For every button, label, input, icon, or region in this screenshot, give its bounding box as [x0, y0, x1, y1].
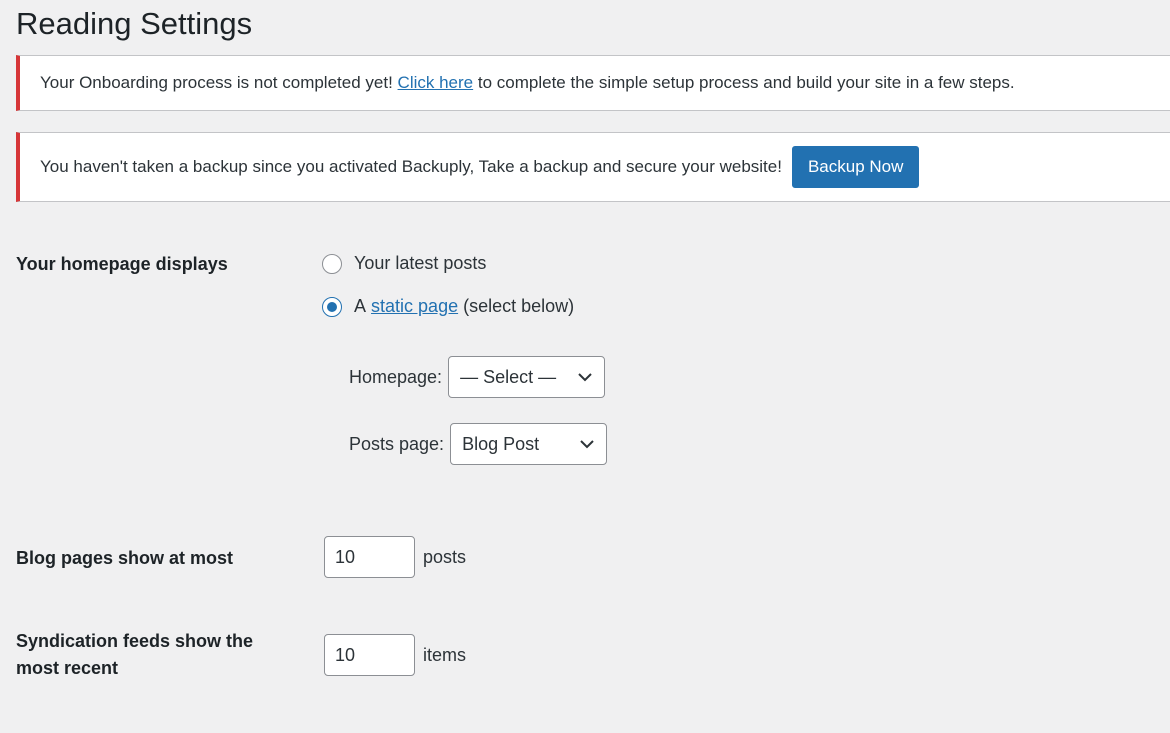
syndication-unit: items: [423, 644, 467, 665]
backup-notice: You haven't taken a backup since you act…: [16, 132, 1170, 202]
syndication-label: Syndication feeds show the most recent: [16, 628, 253, 682]
blog-pages-input[interactable]: [324, 536, 415, 578]
backup-now-button[interactable]: Backup Now: [791, 146, 920, 188]
onboarding-notice-text-after: to complete the simple setup process and…: [477, 73, 1015, 92]
radio-latest-posts[interactable]: [322, 253, 342, 274]
syndication-label-line2: most recent: [16, 658, 119, 678]
backup-notice-text: You haven't taken a backup since you act…: [40, 157, 782, 176]
blog-pages-unit: posts: [423, 546, 467, 567]
radio-static-page-row[interactable]: A static page (select below): [322, 296, 574, 317]
homepage-displays-label: Your homepage displays: [16, 254, 228, 274]
blog-pages-row: posts: [324, 536, 466, 578]
chevron-down-icon: [578, 373, 592, 382]
homepage-select-label: Homepage:: [349, 366, 443, 387]
posts-page-select-label: Posts page:: [349, 433, 445, 454]
chevron-down-icon: [580, 440, 594, 449]
onboarding-notice-text: Your Onboarding process is not completed…: [40, 73, 393, 92]
syndication-row: items: [324, 634, 466, 676]
page-title: Reading Settings: [16, 6, 253, 41]
homepage-select[interactable]: — Select —: [448, 356, 606, 398]
syndication-input[interactable]: [324, 634, 415, 676]
posts-page-select-row: Posts page: Blog Post: [349, 423, 608, 465]
homepage-select-row: Homepage: — Select —: [349, 356, 606, 398]
blog-pages-label: Blog pages show at most: [16, 548, 234, 568]
radio-static-page[interactable]: [322, 296, 342, 317]
radio-static-page-prefix[interactable]: A: [354, 296, 366, 317]
radio-static-page-suffix[interactable]: (select below): [463, 296, 574, 317]
onboarding-notice: Your Onboarding process is not completed…: [16, 55, 1170, 111]
settings-page: Reading Settings Your Onboarding process…: [0, 0, 1170, 733]
onboarding-click-here-link[interactable]: Click here: [398, 73, 474, 93]
posts-page-select-value: Blog Post: [462, 433, 540, 454]
static-page-link[interactable]: static page: [371, 296, 458, 317]
syndication-label-line1: Syndication feeds show the: [16, 631, 254, 651]
posts-page-select[interactable]: Blog Post: [450, 423, 608, 465]
radio-latest-posts-label[interactable]: Your latest posts: [354, 253, 486, 274]
radio-latest-posts-row[interactable]: Your latest posts: [322, 253, 486, 274]
homepage-select-value: — Select —: [460, 366, 557, 387]
